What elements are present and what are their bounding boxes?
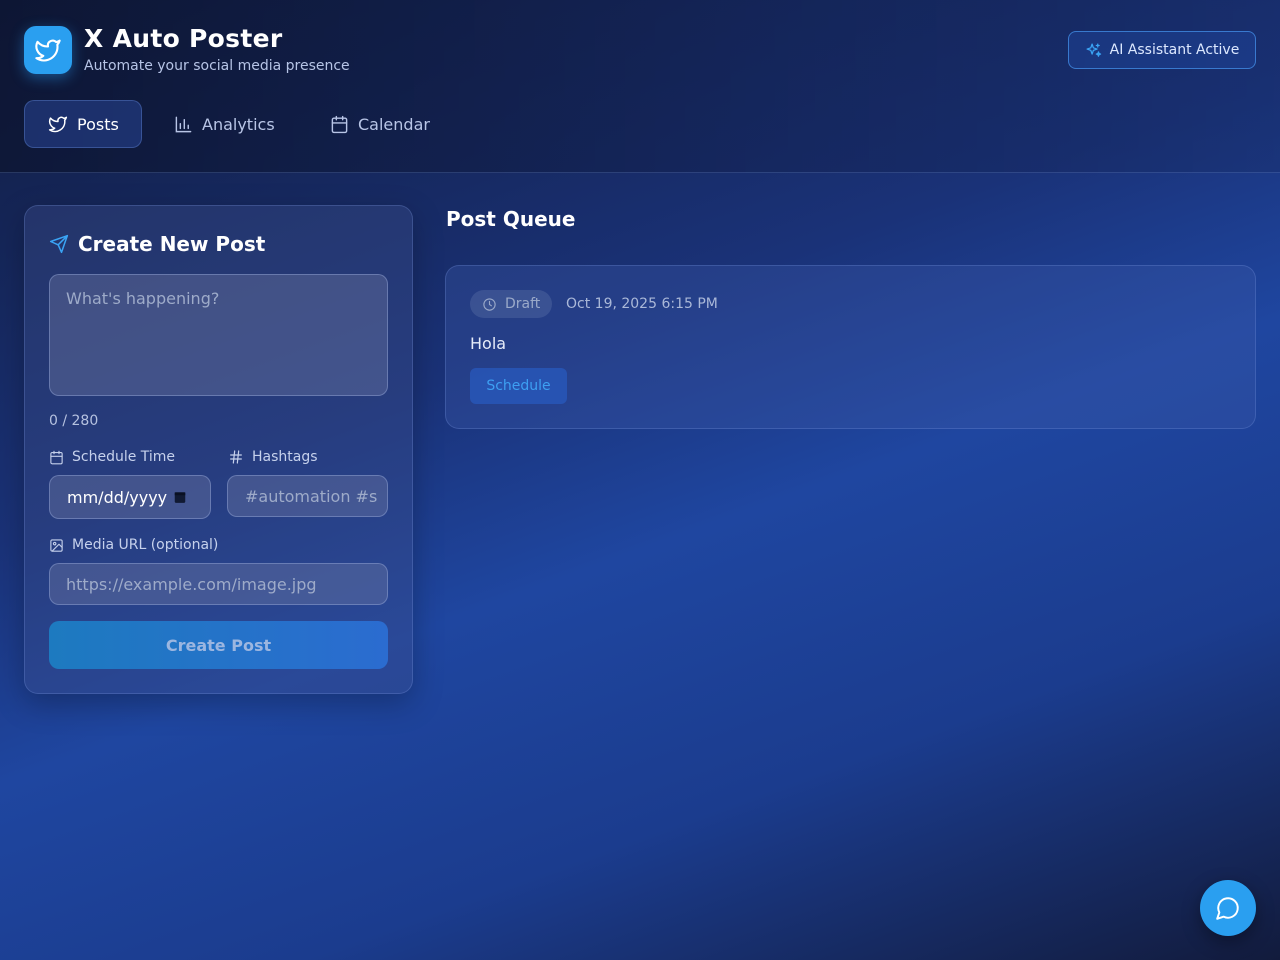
post-date: Oct 19, 2025 6:15 PM bbox=[566, 296, 718, 312]
hashtags-input[interactable]: #automation #s bbox=[227, 475, 388, 517]
character-counter: 0 / 280 bbox=[49, 413, 99, 429]
create-post-card: Create New Post What's happening? 0 / 28… bbox=[24, 205, 413, 694]
status-badge-text: Draft bbox=[505, 296, 541, 312]
send-icon bbox=[49, 234, 69, 254]
tab-calendar-label: Calendar bbox=[358, 114, 430, 134]
image-icon bbox=[50, 538, 63, 552]
schedule-date-value: mm/dd/yyyy bbox=[67, 487, 168, 507]
schedule-time-input[interactable]: mm/dd/yyyy bbox=[49, 475, 211, 519]
app-title: X Auto Poster bbox=[84, 24, 283, 53]
tab-calendar[interactable]: Calendar bbox=[330, 100, 430, 148]
create-post-title: Create New Post bbox=[49, 232, 265, 256]
tab-posts[interactable]: Posts bbox=[24, 100, 142, 148]
twitter-bird-icon bbox=[48, 116, 68, 133]
create-post-button[interactable]: Create Post bbox=[49, 621, 388, 669]
ai-assistant-label: AI Assistant Active bbox=[1109, 42, 1240, 58]
hash-icon bbox=[230, 450, 242, 464]
chat-button[interactable] bbox=[1200, 880, 1256, 936]
post-queue-title: Post Queue bbox=[446, 207, 576, 231]
chat-bubble-icon bbox=[1216, 897, 1239, 920]
calendar-picker-icon[interactable] bbox=[173, 490, 187, 504]
status-badge: Draft bbox=[470, 290, 553, 318]
hashtags-label-text: Hashtags bbox=[252, 449, 318, 465]
calendar-icon bbox=[331, 115, 348, 133]
schedule-time-label: Schedule Time bbox=[49, 449, 175, 465]
sparkles-icon bbox=[1086, 42, 1101, 57]
app-logo bbox=[24, 26, 72, 74]
tab-posts-label: Posts bbox=[77, 114, 119, 134]
hashtags-label: Hashtags bbox=[228, 449, 318, 465]
media-url-label: Media URL (optional) bbox=[49, 537, 218, 553]
post-content-textarea[interactable]: What's happening? bbox=[49, 274, 388, 396]
ai-assistant-badge[interactable]: AI Assistant Active bbox=[1068, 31, 1256, 69]
bar-chart-icon bbox=[175, 116, 192, 132]
create-post-title-text: Create New Post bbox=[78, 232, 266, 256]
tab-analytics-label: Analytics bbox=[202, 114, 275, 134]
app-header: X Auto Poster Automate your social media… bbox=[0, 0, 1280, 173]
queued-post-card: Draft Oct 19, 2025 6:15 PM Hola Schedule bbox=[445, 265, 1256, 429]
schedule-time-label-text: Schedule Time bbox=[72, 449, 176, 465]
post-text: Hola bbox=[470, 334, 507, 353]
app-subtitle: Automate your social media presence bbox=[84, 58, 350, 74]
schedule-button[interactable]: Schedule bbox=[470, 368, 567, 404]
media-url-input[interactable]: https://example.com/image.jpg bbox=[49, 563, 388, 605]
tab-analytics[interactable]: Analytics bbox=[174, 100, 275, 148]
clock-icon bbox=[483, 297, 496, 311]
twitter-bird-icon bbox=[35, 39, 61, 62]
media-url-label-text: Media URL (optional) bbox=[72, 537, 219, 553]
calendar-icon bbox=[50, 450, 63, 464]
